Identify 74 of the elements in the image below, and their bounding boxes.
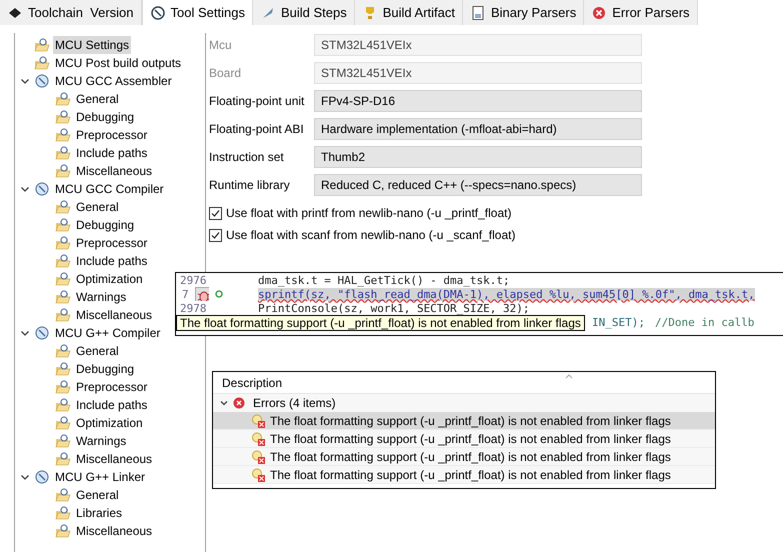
tree-item[interactable]: MCU Post build outputs (53, 54, 184, 72)
tree-item[interactable]: MCU G++ Linker (53, 468, 148, 486)
tooltip: The float formatting support (-u _printf_float) is not enabled from linker flags (176, 315, 585, 331)
tree-item[interactable]: Debugging (74, 360, 136, 378)
tree-item[interactable]: MCU GCC Compiler (53, 180, 166, 198)
tree-item[interactable]: Include paths (74, 144, 150, 162)
bulb-error-icon (251, 432, 265, 446)
tree-item[interactable]: Miscellaneous (74, 450, 154, 468)
bulb-error-icon (251, 468, 265, 482)
tab[interactable]: Build Steps (252, 0, 355, 25)
line-number: 2976 (179, 274, 206, 286)
field-label: Instruction set (209, 149, 285, 166)
tree-item[interactable]: Preprocessor (74, 234, 150, 252)
circle-icon (214, 290, 223, 298)
tree-item[interactable]: Miscellaneous (74, 522, 154, 540)
tree-item[interactable]: Include paths (74, 252, 150, 270)
line-number: 2978 (179, 302, 206, 314)
group-label[interactable]: Errors (4 items) (249, 394, 336, 412)
tree-item[interactable]: Libraries (74, 504, 124, 522)
field-label: Floating-point unit (209, 93, 306, 110)
tab[interactable]: Toolchain Version (0, 0, 142, 25)
tree-item[interactable]: Miscellaneous (74, 162, 154, 180)
bulb-error-icon (251, 414, 265, 428)
line-number: 7 (181, 288, 189, 300)
tree-item[interactable]: General (74, 198, 121, 216)
dropdown-field[interactable]: Reduced C, reduced C++ (--specs=nano.specs) (314, 174, 642, 196)
code-line: dma_tsk.t = HAL_GetTick() - dma_tsk.t; (258, 274, 510, 286)
chevron-down-icon[interactable] (219, 398, 229, 408)
problem-row[interactable]: The float formatting support (-u _printf_float) is not enabled from linker flags (213, 430, 715, 448)
tree-item[interactable]: Debugging (74, 108, 136, 126)
tree-item[interactable]: MCU Settings (53, 36, 132, 54)
tree-item[interactable]: Warnings (74, 432, 128, 450)
tree-item[interactable]: Include paths (74, 396, 150, 414)
checkbox[interactable]: Use float with printf from newlib-nano (-u _printf_float) (209, 202, 642, 224)
check-icon (210, 208, 221, 218)
tree-item[interactable]: General (74, 90, 121, 108)
tab[interactable]: Binary Parsers (462, 0, 584, 25)
bulb-error-icon (251, 450, 265, 464)
field-label: Runtime library (209, 177, 291, 194)
check-icon (210, 230, 221, 240)
code-line: PrintConsole(sz, work1, SECTOR_SIZE, 32); (258, 302, 530, 314)
tree-item[interactable]: Miscellaneous (74, 306, 154, 324)
tree-item[interactable]: Warnings (74, 288, 128, 306)
checkbox[interactable]: Use float with scanf from newlib-nano (-u _scanf_float) (209, 224, 642, 246)
tab[interactable]: Error Parsers (584, 0, 698, 25)
error-icon (233, 397, 245, 409)
tree-item[interactable]: MCU GCC Assembler (53, 72, 174, 90)
field-label: Floating-point ABI (209, 121, 305, 138)
tree-item[interactable]: MCU G++ Compiler (53, 324, 162, 342)
tab[interactable]: Build Artifact (354, 0, 463, 25)
problem-row[interactable]: The float formatting support (-u _printf_float) is not enabled from linker flags (213, 466, 715, 484)
dropdown-field[interactable]: FPv4-SP-D16 (314, 90, 642, 112)
tree-item[interactable]: Preprocessor (74, 126, 150, 144)
tree-item[interactable]: Preprocessor (74, 378, 150, 396)
readonly-field: STM32L451VEIx (314, 34, 642, 56)
field-label: Mcu (209, 37, 233, 54)
bug-icon (194, 287, 209, 301)
tree-item[interactable]: General (74, 342, 121, 360)
tree-item[interactable]: Optimization (74, 414, 145, 432)
dropdown-field[interactable]: Thumb2 (314, 146, 642, 168)
tree-item[interactable]: Optimization (74, 270, 145, 288)
error-icon (591, 4, 608, 20)
problem-row[interactable]: The float formatting support (-u _printf_float) is not enabled from linker flags (213, 448, 715, 466)
document-icon (470, 4, 486, 20)
tree-item[interactable]: Debugging (74, 216, 136, 234)
code-comment: //Done in callb (654, 316, 754, 328)
code-line: IN_SET); (592, 316, 645, 328)
field-label: Board (209, 65, 242, 82)
sort-indicator-icon (565, 374, 573, 379)
problem-row[interactable]: The float formatting support (-u _printf_float) is not enabled from linker flags (213, 412, 715, 430)
readonly-field: STM32L451VEIx (314, 62, 642, 84)
tab[interactable]: Tool Settings (142, 0, 253, 25)
tree-item[interactable]: General (74, 486, 121, 504)
dropdown-field[interactable]: Hardware implementation (-mfloat-abi=hard) (314, 118, 642, 140)
